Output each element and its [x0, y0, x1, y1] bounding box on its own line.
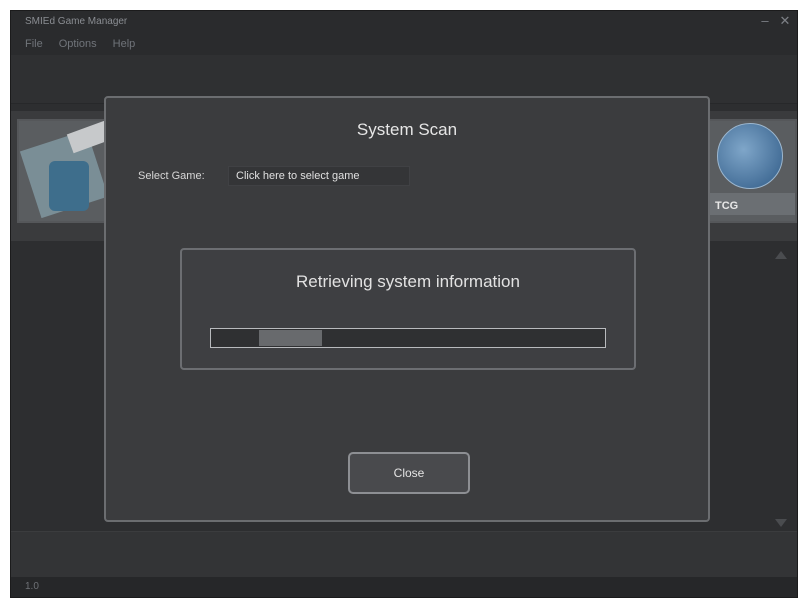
progress-panel: Retrieving system information	[180, 248, 636, 370]
version-label: 1.0	[25, 581, 39, 592]
scroll-down-icon[interactable]	[775, 519, 787, 527]
close-button[interactable]: Close	[348, 452, 470, 494]
minimize-button[interactable]: –	[759, 13, 771, 29]
select-game-field[interactable]: Click here to select game	[228, 166, 410, 186]
dialog-title: System Scan	[356, 120, 458, 139]
progress-bar	[210, 328, 606, 348]
select-game-label: Select Game:	[138, 170, 205, 182]
menu-file[interactable]: File	[25, 33, 43, 55]
system-scan-dialog: System Scan Select Game: Click here to s…	[104, 96, 710, 522]
status-bar: 1.0	[11, 577, 797, 597]
menu-options[interactable]: Options	[59, 33, 97, 55]
game-thumbnail-left[interactable]	[17, 119, 115, 223]
thumbnail-figure	[49, 161, 89, 211]
bottom-panel	[11, 531, 797, 578]
close-window-button[interactable]: ✕	[779, 13, 791, 29]
menu-bar: File Options Help	[11, 33, 797, 55]
title-bar[interactable]: SMIEd Game Manager – ✕	[11, 11, 797, 33]
window-controls: – ✕	[759, 13, 791, 29]
thumbnail-label: TCG	[715, 200, 739, 212]
globe-thumbnail-icon	[717, 123, 783, 189]
game-thumbnail-right[interactable]: TCG	[705, 119, 797, 223]
progress-status-text: Retrieving system information	[296, 272, 520, 291]
window-title: SMIEd Game Manager	[25, 16, 128, 27]
progress-bar-fill	[259, 330, 322, 346]
menu-help[interactable]: Help	[113, 33, 136, 55]
scroll-up-icon[interactable]	[775, 251, 787, 259]
